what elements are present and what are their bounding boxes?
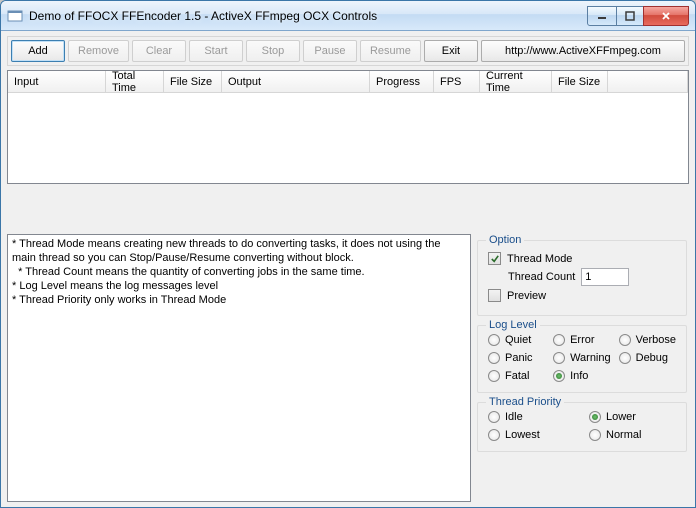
website-link-button[interactable]: http://www.ActiveXFFmpeg.com bbox=[481, 40, 685, 62]
spacer bbox=[7, 188, 689, 230]
radio-label: Normal bbox=[606, 429, 641, 441]
stop-button[interactable]: Stop bbox=[246, 40, 300, 62]
close-button[interactable] bbox=[643, 6, 689, 26]
window: Demo of FFOCX FFEncoder 1.5 - ActiveX FF… bbox=[0, 0, 696, 508]
group-title: Thread Priority bbox=[486, 396, 564, 408]
thread-count-label: Thread Count bbox=[508, 271, 575, 283]
radio-idle[interactable] bbox=[488, 411, 500, 423]
preview-checkbox[interactable] bbox=[488, 289, 501, 302]
titlebar[interactable]: Demo of FFOCX FFEncoder 1.5 - ActiveX FF… bbox=[1, 1, 695, 31]
minimize-button[interactable] bbox=[587, 6, 617, 26]
radio-label: Warning bbox=[570, 352, 611, 364]
start-button[interactable]: Start bbox=[189, 40, 243, 62]
window-title: Demo of FFOCX FFEncoder 1.5 - ActiveX FF… bbox=[29, 9, 588, 23]
radio-warning[interactable] bbox=[553, 352, 565, 364]
radio-label: Idle bbox=[505, 411, 523, 423]
radio-label: Lowest bbox=[505, 429, 540, 441]
maximize-button[interactable] bbox=[616, 6, 644, 26]
radio-normal[interactable] bbox=[589, 429, 601, 441]
app-icon bbox=[7, 8, 23, 24]
add-button[interactable]: Add bbox=[11, 40, 65, 62]
remove-button[interactable]: Remove bbox=[68, 40, 129, 62]
jobs-grid[interactable]: InputTotal TimeFile SizeOutputProgressFP… bbox=[7, 70, 689, 184]
window-buttons bbox=[588, 6, 689, 26]
radio-info[interactable] bbox=[553, 370, 565, 382]
radio-label: Info bbox=[570, 370, 588, 382]
radio-label: Lower bbox=[606, 411, 636, 423]
grid-col-header[interactable]: File Size bbox=[164, 71, 222, 92]
group-title: Option bbox=[486, 234, 524, 246]
radio-label: Verbose bbox=[636, 334, 676, 346]
preview-label: Preview bbox=[507, 290, 546, 302]
radio-label: Debug bbox=[636, 352, 668, 364]
grid-col-header[interactable]: Current Time bbox=[480, 71, 552, 92]
grid-col-header[interactable]: Progress bbox=[370, 71, 434, 92]
lower-panel: * Thread Mode means creating new threads… bbox=[7, 234, 689, 502]
radio-lowest[interactable] bbox=[488, 429, 500, 441]
resume-button[interactable]: Resume bbox=[360, 40, 421, 62]
thread-mode-label: Thread Mode bbox=[507, 253, 572, 265]
log-line: * Thread Mode means creating new threads… bbox=[12, 237, 466, 251]
log-textarea[interactable]: * Thread Mode means creating new threads… bbox=[7, 234, 471, 502]
grid-col-header[interactable]: FPS bbox=[434, 71, 480, 92]
clear-button[interactable]: Clear bbox=[132, 40, 186, 62]
option-group: Option Thread Mode Thread Count Preview bbox=[477, 240, 687, 316]
toolbar: Add Remove Clear Start Stop Pause Resume… bbox=[7, 36, 689, 66]
radio-lower[interactable] bbox=[589, 411, 601, 423]
log-line: * Thread Count means the quantity of con… bbox=[12, 265, 466, 279]
thread-mode-checkbox[interactable] bbox=[488, 252, 501, 265]
grid-col-header[interactable]: Output bbox=[222, 71, 370, 92]
radio-label: Quiet bbox=[505, 334, 531, 346]
grid-col-header[interactable]: Total Time bbox=[106, 71, 164, 92]
radio-fatal[interactable] bbox=[488, 370, 500, 382]
thread-count-input[interactable] bbox=[581, 268, 629, 286]
grid-col-header[interactable]: Input bbox=[8, 71, 106, 92]
radio-quiet[interactable] bbox=[488, 334, 500, 346]
radio-label: Panic bbox=[505, 352, 533, 364]
radio-label: Fatal bbox=[505, 370, 529, 382]
grid-col-header[interactable] bbox=[608, 71, 688, 92]
exit-button[interactable]: Exit bbox=[424, 40, 478, 62]
grid-col-header[interactable]: File Size bbox=[552, 71, 608, 92]
priority-group: Thread Priority Idle Lower Lowest Normal bbox=[477, 402, 687, 452]
loglevel-group: Log Level Quiet Error Verbose Panic Warn… bbox=[477, 325, 687, 393]
group-title: Log Level bbox=[486, 319, 540, 331]
grid-body[interactable] bbox=[8, 93, 688, 183]
pause-button[interactable]: Pause bbox=[303, 40, 357, 62]
log-line: * Thread Priority only works in Thread M… bbox=[12, 293, 466, 307]
radio-debug[interactable] bbox=[619, 352, 631, 364]
radio-error[interactable] bbox=[553, 334, 565, 346]
grid-header: InputTotal TimeFile SizeOutputProgressFP… bbox=[8, 71, 688, 93]
log-line: * Log Level means the log messages level bbox=[12, 279, 466, 293]
client-area: Add Remove Clear Start Stop Pause Resume… bbox=[1, 31, 695, 507]
side-options: Option Thread Mode Thread Count Preview bbox=[477, 234, 687, 502]
radio-panic[interactable] bbox=[488, 352, 500, 364]
radio-label: Error bbox=[570, 334, 594, 346]
log-line: main thread so you can Stop/Pause/Resume… bbox=[12, 251, 466, 265]
radio-verbose[interactable] bbox=[619, 334, 631, 346]
